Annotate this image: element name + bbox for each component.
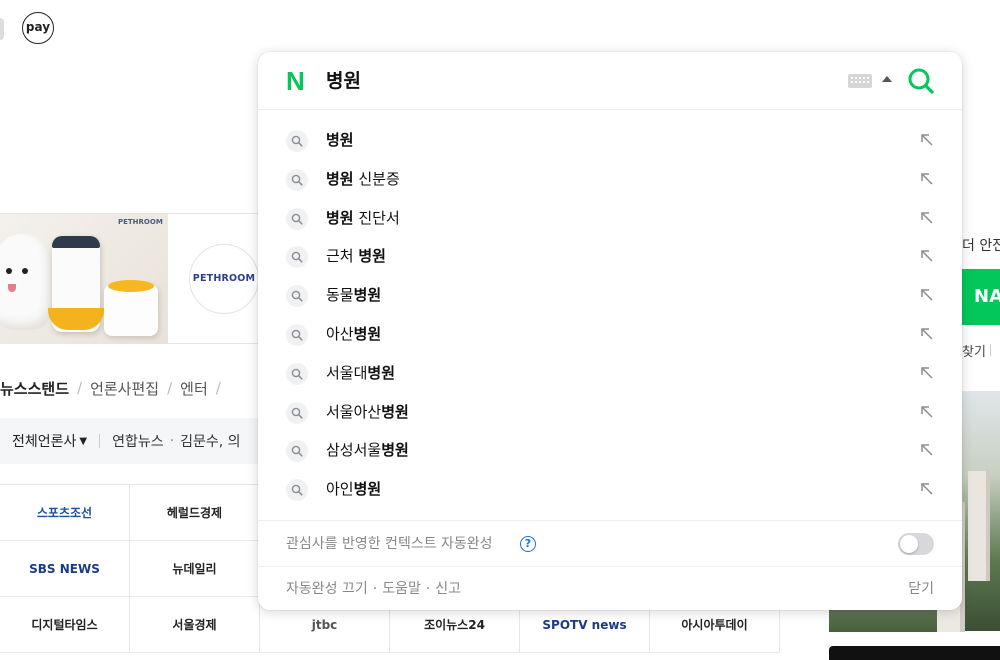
press-name: 디지털타임스 bbox=[31, 618, 98, 632]
suggestion-label: 아인병원 bbox=[326, 480, 382, 499]
right-column: 더 안전 NA 찾기 bbox=[962, 213, 1000, 660]
collapse-arrow-icon[interactable] bbox=[882, 76, 892, 82]
keyboard-icon[interactable] bbox=[848, 74, 872, 88]
suggestion-item[interactable]: 서울대병원 bbox=[258, 354, 962, 393]
suggestion-item[interactable]: 서울아산병원 bbox=[258, 393, 962, 432]
press-logo[interactable]: 디지털타임스 bbox=[0, 597, 130, 653]
press-logo[interactable]: 서울경제 bbox=[130, 597, 260, 653]
press-name: 헤럴드경제 bbox=[166, 506, 223, 520]
tab-newsstand[interactable]: 뉴스스탠드 bbox=[0, 378, 69, 399]
fill-query-arrow-icon[interactable] bbox=[918, 480, 936, 498]
autocomplete-panel: N 병원 병원병원 신분증병원 진단서근처 병원동물병원아산병원서울대병원서울아… bbox=[258, 52, 962, 610]
suggestion-label: 동물병원 bbox=[326, 286, 382, 305]
fill-query-arrow-icon[interactable] bbox=[918, 170, 936, 188]
naver-n-logo[interactable]: N bbox=[286, 68, 310, 94]
right-ad-photo[interactable] bbox=[962, 391, 1000, 631]
suggestion-item[interactable]: 동물병원 bbox=[258, 276, 962, 315]
search-icon bbox=[286, 440, 308, 463]
suggestion-label: 병원 신분증 bbox=[326, 169, 400, 188]
fill-query-arrow-icon[interactable] bbox=[918, 131, 936, 149]
caret-down-icon[interactable]: ▼ bbox=[79, 436, 87, 447]
close-button[interactable]: 닫기 bbox=[908, 580, 934, 598]
ad-photo: PETHROOM bbox=[0, 214, 168, 344]
ad-banner[interactable]: PETHROOM PETHROOM bbox=[0, 213, 259, 344]
search-icon bbox=[286, 362, 308, 385]
fill-query-arrow-icon[interactable] bbox=[918, 209, 936, 227]
search-icon bbox=[286, 323, 308, 346]
autocomplete-footer: 자동완성 끄기 · 도움말 · 신고 닫기 bbox=[258, 566, 962, 610]
suggestion-item[interactable]: 근처 병원 bbox=[258, 237, 962, 276]
press-logo[interactable]: 헤럴드경제 bbox=[130, 485, 260, 541]
press-logo[interactable]: SBS NEWS bbox=[0, 541, 130, 597]
find-link[interactable]: 찾기 bbox=[962, 341, 986, 360]
suggestion-list: 병원병원 신분증병원 진단서근처 병원동물병원아산병원서울대병원서울아산병원삼성… bbox=[258, 121, 962, 509]
news-tabs: 뉴스스탠드 / 언론사편집 / 엔터 / bbox=[0, 378, 221, 399]
suggestion-label: 병원 bbox=[326, 131, 354, 149]
suggestion-item[interactable]: 아인병원 bbox=[258, 470, 962, 509]
pay-icon[interactable]: pay bbox=[22, 12, 54, 44]
fill-query-arrow-icon[interactable] bbox=[918, 441, 936, 459]
press-name: SPOTV news bbox=[542, 617, 627, 632]
press-name: 뉴데일리 bbox=[172, 562, 217, 576]
press-filter-dropdown[interactable]: 전체언론사 bbox=[12, 431, 76, 451]
search-input[interactable]: 병원 bbox=[326, 68, 361, 94]
search-icon bbox=[286, 130, 308, 152]
search-icon bbox=[908, 68, 934, 94]
help-icon[interactable]: ? bbox=[520, 536, 536, 552]
suggestion-label: 서울아산병원 bbox=[326, 402, 409, 421]
search-icon bbox=[286, 207, 308, 230]
search-icon bbox=[286, 246, 308, 269]
press-name: 서울경제 bbox=[172, 618, 217, 632]
naver-login-button[interactable]: NA bbox=[962, 269, 1000, 325]
ad-brand-logo[interactable]: PETHROOM bbox=[189, 244, 259, 314]
tab-press-edit[interactable]: 언론사편집 bbox=[90, 378, 159, 399]
search-button[interactable] bbox=[906, 66, 936, 96]
tab-entertainment[interactable]: 엔터 bbox=[180, 378, 208, 399]
pet-feeder-image bbox=[48, 236, 104, 332]
headline-source[interactable]: 연합뉴스 bbox=[112, 431, 164, 451]
press-name: jtbc bbox=[311, 617, 338, 632]
fill-query-arrow-icon[interactable] bbox=[918, 403, 936, 421]
toggle-knob bbox=[900, 535, 918, 553]
search-icon bbox=[286, 401, 308, 424]
news-filter-bar: 전체언론사 ▼ 연합뉴스 · 김문수, 의 bbox=[0, 418, 258, 464]
fill-query-arrow-icon[interactable] bbox=[918, 247, 936, 265]
search-box: N 병원 bbox=[258, 52, 962, 110]
pet-fountain-image bbox=[104, 280, 158, 336]
press-logo[interactable]: 뉴데일리 bbox=[130, 541, 260, 597]
suggestion-item[interactable]: 병원 bbox=[258, 121, 962, 160]
press-name: 조이뉴스24 bbox=[424, 618, 485, 632]
press-logo[interactable]: 스포츠조선 bbox=[0, 485, 130, 541]
context-autocomplete-label: 관심사를 반영한 컨텍스트 자동완성 bbox=[286, 536, 493, 552]
ad-photo-brand: PETHROOM bbox=[118, 218, 163, 226]
search-icon bbox=[286, 168, 308, 191]
suggestion-label: 근처 병원 bbox=[326, 247, 386, 266]
right-promo-text: 더 안전 bbox=[962, 238, 1000, 254]
press-name: 스포츠조선 bbox=[36, 506, 93, 520]
suggestion-item[interactable]: 병원 진단서 bbox=[258, 199, 962, 238]
search-icon bbox=[286, 285, 308, 308]
fill-query-arrow-icon[interactable] bbox=[918, 364, 936, 382]
suggestion-label: 아산병원 bbox=[326, 324, 382, 343]
help-link[interactable]: 도움말 bbox=[382, 580, 421, 598]
headline-text[interactable]: 김문수, 의 bbox=[180, 431, 240, 451]
dark-banner[interactable] bbox=[829, 646, 1000, 660]
dog-image bbox=[0, 234, 52, 330]
turn-off-autocomplete-link[interactable]: 자동완성 끄기 bbox=[286, 580, 368, 598]
fill-query-arrow-icon[interactable] bbox=[918, 286, 936, 304]
suggestion-item[interactable]: 병원 신분증 bbox=[258, 160, 962, 199]
fill-query-arrow-icon[interactable] bbox=[918, 325, 936, 343]
suggestion-label: 병원 진단서 bbox=[326, 208, 400, 227]
context-autocomplete-row: 관심사를 반영한 컨텍스트 자동완성 ? bbox=[258, 520, 962, 566]
report-link[interactable]: 신고 bbox=[435, 580, 461, 598]
press-name: SBS NEWS bbox=[29, 561, 100, 576]
suggestion-item[interactable]: 삼성서울병원 bbox=[258, 431, 962, 470]
left-edge-element bbox=[0, 18, 4, 40]
press-name: 아시아투데이 bbox=[681, 618, 748, 632]
search-icon bbox=[286, 479, 308, 502]
context-autocomplete-toggle[interactable] bbox=[898, 533, 934, 555]
suggestion-label: 서울대병원 bbox=[326, 363, 396, 382]
suggestion-item[interactable]: 아산병원 bbox=[258, 315, 962, 354]
suggestion-label: 삼성서울병원 bbox=[326, 441, 409, 460]
